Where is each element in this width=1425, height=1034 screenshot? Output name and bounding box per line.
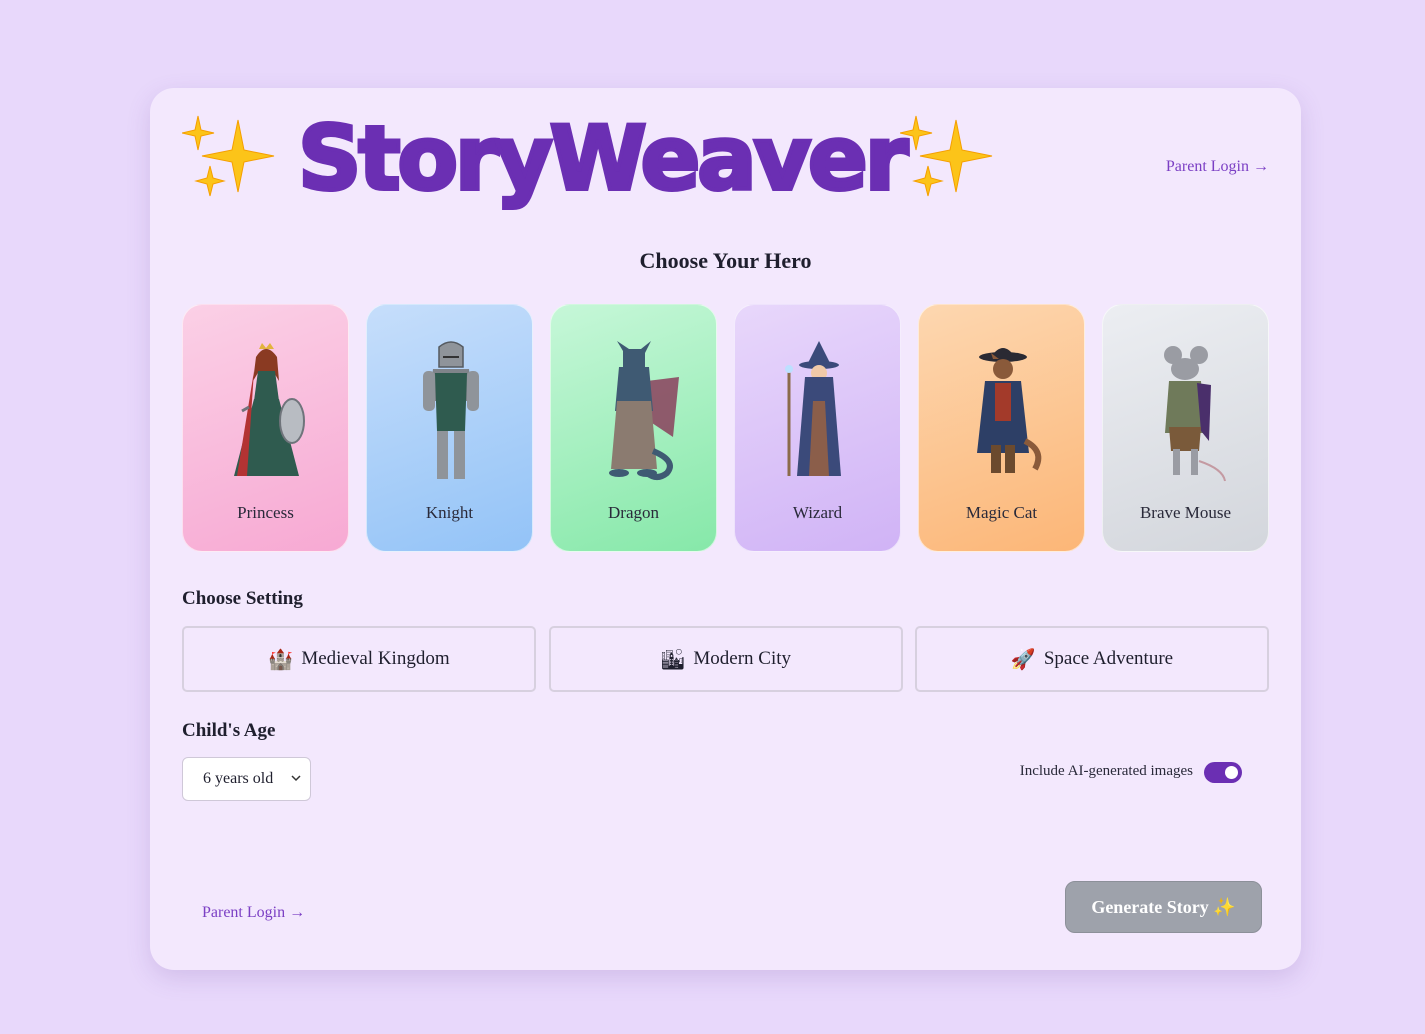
choose-setting-heading: Choose Setting — [182, 588, 303, 609]
child-age-heading: Child's Age — [182, 720, 276, 741]
age-select-value: 6 years old — [203, 770, 274, 787]
knight-icon — [423, 341, 479, 479]
setting-option-space-adventure[interactable]: 🚀 Space Adventure — [915, 626, 1269, 692]
setting-label: Space Adventure — [1043, 648, 1174, 669]
setting-list: 🏰 Medieval Kingdom 🏙 Modern City 🚀 Space… — [182, 626, 1269, 692]
images-toggle[interactable] — [1204, 762, 1242, 783]
sparkles-icon — [900, 115, 993, 197]
hero-label: Knight — [425, 503, 474, 522]
age-select[interactable]: 6 years old — [182, 757, 311, 801]
hero-label: Princess — [237, 503, 294, 522]
dragon-icon — [609, 341, 679, 480]
toggle-knob — [1225, 766, 1238, 779]
sparkles-icon — [182, 115, 275, 197]
choose-hero-heading: Choose Your Hero — [639, 248, 812, 273]
setting-option-modern-city[interactable]: 🏙 Modern City — [548, 626, 903, 692]
chevron-down-icon — [291, 775, 301, 782]
hero-card-knight[interactable]: Knight — [366, 304, 533, 552]
app-title: StoryWeaver — [296, 105, 910, 212]
cityscape-icon: 🏙 — [659, 647, 686, 671]
hero-card-princess[interactable]: Princess — [182, 304, 349, 552]
magic-cat-icon — [977, 348, 1042, 473]
generate-story-button[interactable]: Generate Story ✨ — [1065, 881, 1262, 933]
hero-card-magic-cat[interactable]: Magic Cat — [918, 304, 1085, 552]
setting-label: Medieval Kingdom — [301, 648, 450, 669]
hero-label: Magic Cat — [965, 503, 1038, 522]
hero-card-wizard[interactable]: Wizard — [734, 304, 901, 552]
princess-icon — [234, 343, 305, 476]
header: StoryWeaver Parent Login → — [182, 105, 1269, 222]
hero-card-brave-mouse[interactable]: Brave Mouse — [1102, 304, 1269, 552]
hero-list: Princess Knight Dragon Wizard Magic Cat … — [182, 304, 1269, 552]
main-card: StoryWeaver Parent Login → Choose Your H… — [150, 88, 1301, 970]
hero-label: Wizard — [792, 503, 843, 522]
castle-icon: 🏰 — [268, 647, 294, 671]
setting-option-medieval-kingdom[interactable]: 🏰 Medieval Kingdom — [182, 626, 536, 692]
brave-mouse-icon — [1164, 346, 1226, 482]
setting-label: Modern City — [693, 648, 792, 669]
parent-login-link-top[interactable]: Parent Login → — [1166, 158, 1269, 176]
hero-label: Brave Mouse — [1139, 503, 1232, 522]
hero-card-dragon[interactable]: Dragon — [550, 304, 717, 552]
hero-label: Dragon — [608, 503, 659, 522]
wizard-icon — [785, 341, 841, 476]
parent-login-link-bottom[interactable]: Parent Login → — [202, 904, 305, 922]
rocket-icon: 🚀 — [1010, 647, 1036, 671]
images-toggle-label: Include AI-generated images — [1019, 763, 1193, 779]
